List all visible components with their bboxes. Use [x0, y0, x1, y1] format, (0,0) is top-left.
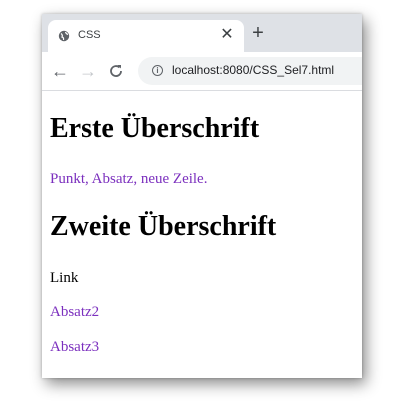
new-tab-icon[interactable]: + [248, 23, 268, 43]
page-content: Erste Überschrift Punkt, Absatz, neue Ze… [42, 91, 362, 378]
link-1[interactable]: Link [50, 270, 78, 287]
link-3[interactable]: Absatz3 [50, 339, 99, 356]
tab-css[interactable]: CSS ✕ [48, 20, 244, 52]
tab-title: CSS [78, 29, 101, 41]
back-arrow-icon[interactable]: ← [50, 61, 70, 81]
toolbar: ← → i localhost:8080/CSS_Sel7.html [42, 52, 362, 91]
paragraph-1[interactable]: Punkt, Absatz, neue Zeile. [50, 171, 207, 188]
close-icon[interactable]: ✕ [218, 26, 236, 44]
heading-1: Erste Überschrift [50, 113, 260, 144]
favicon-globe-icon [58, 30, 70, 42]
heading-2: Zweite Überschrift [50, 211, 277, 242]
link-2[interactable]: Absatz2 [50, 304, 99, 321]
forward-arrow-icon[interactable]: → [78, 61, 98, 81]
info-icon[interactable]: i [152, 65, 163, 76]
url-text[interactable]: localhost:8080/CSS_Sel7.html [172, 63, 334, 77]
tab-strip: CSS ✕ + [42, 14, 362, 52]
reload-icon[interactable] [106, 61, 126, 81]
browser-window: CSS ✕ + ← → i localhost:8080/CSS_Sel7.ht… [42, 14, 362, 378]
address-bar[interactable]: i localhost:8080/CSS_Sel7.html [138, 57, 362, 85]
